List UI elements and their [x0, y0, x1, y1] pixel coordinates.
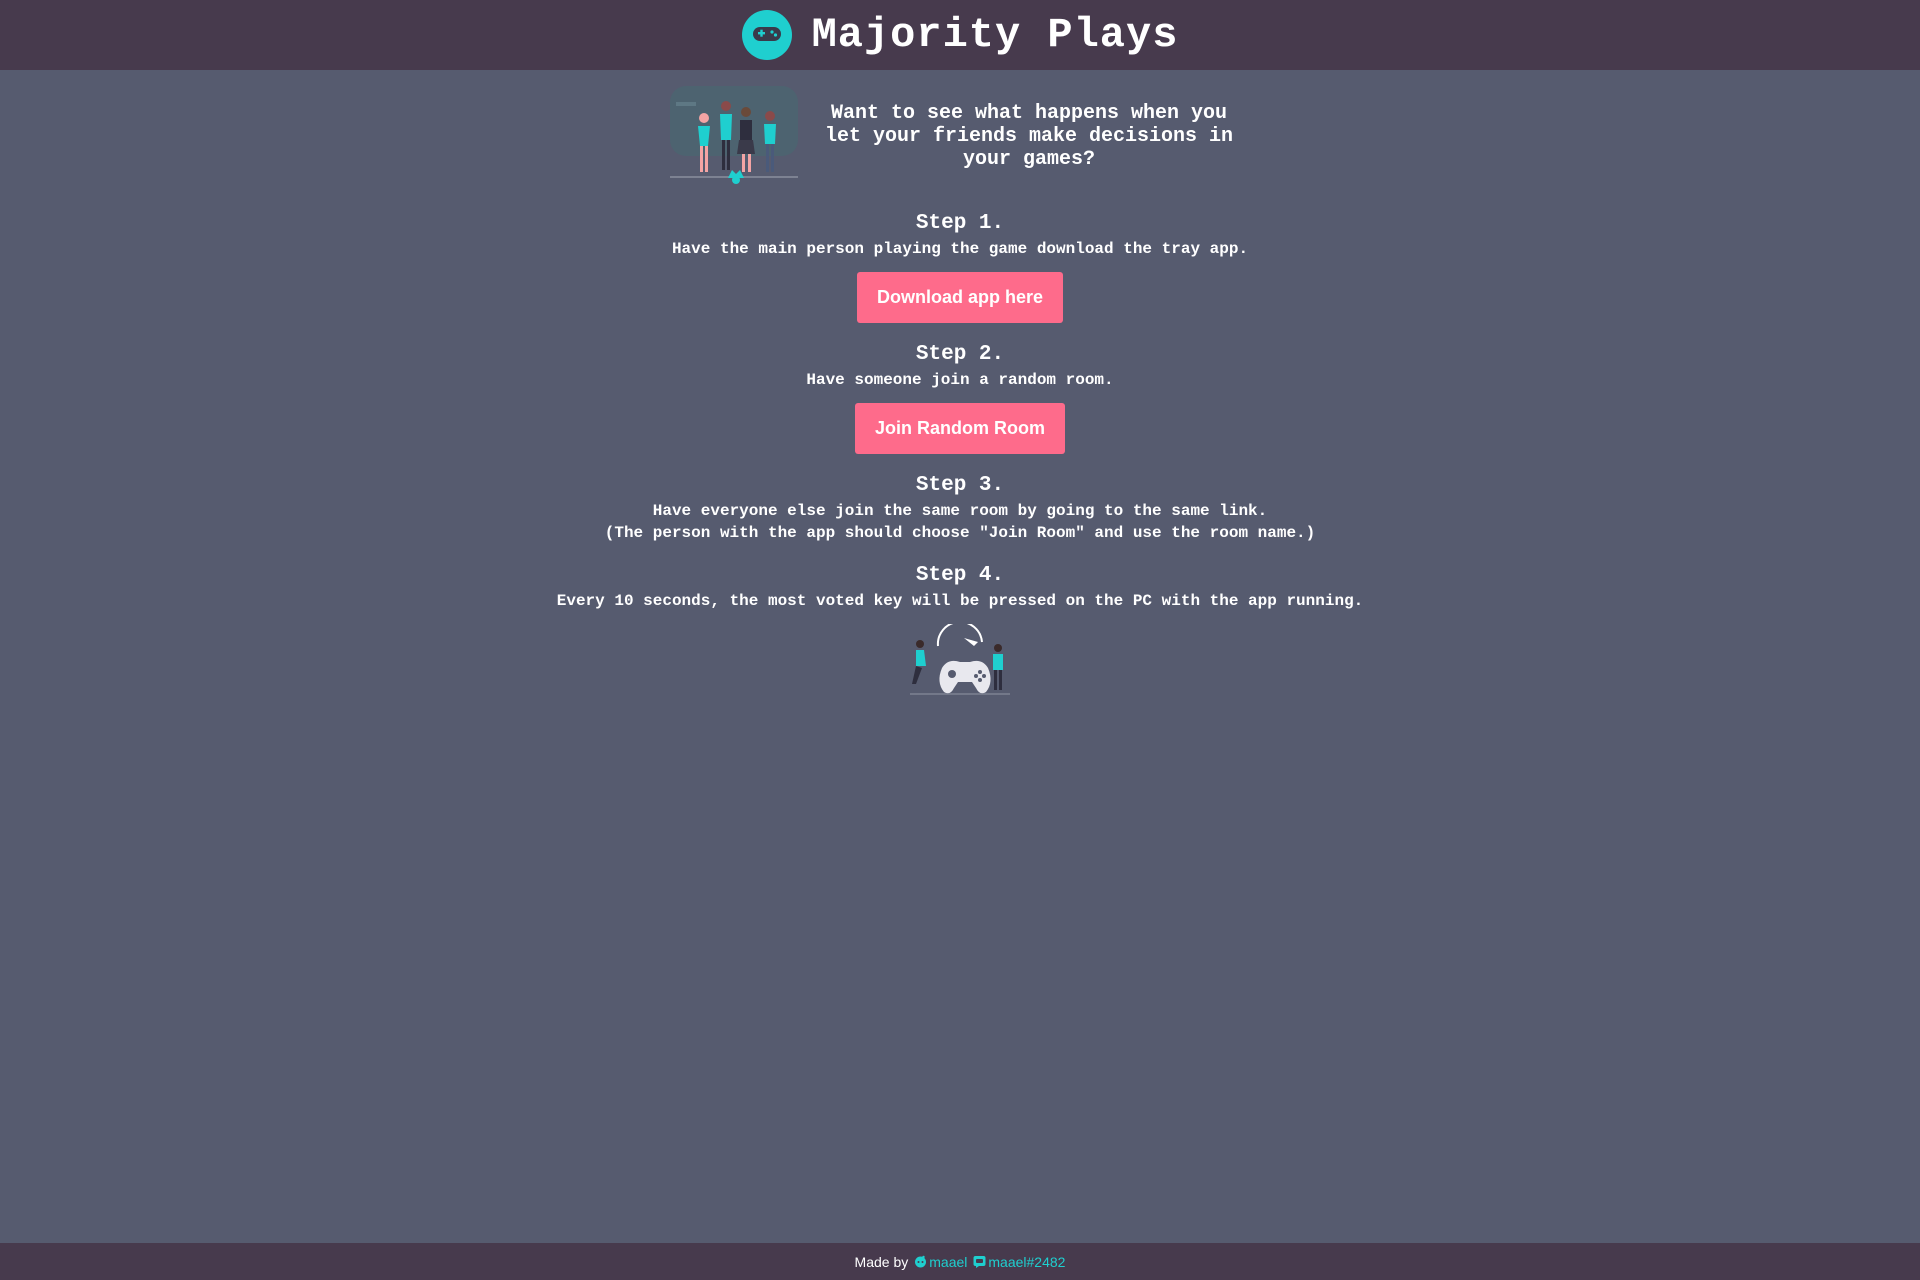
gamers-illustration [0, 620, 1920, 703]
step-1-title: Step 1. [915, 212, 1005, 235]
app-header: Majority Plays [0, 0, 1920, 70]
discord-link[interactable]: maael#2482 [973, 1254, 1065, 1270]
discord-icon [973, 1256, 986, 1268]
app-title: Majority Plays [811, 11, 1179, 59]
reddit-icon [915, 1255, 927, 1268]
step-3-title: Step 3. [915, 474, 1005, 497]
step-1-text: Have the main person playing the game do… [671, 240, 1249, 258]
gamepad-icon [741, 10, 792, 60]
intro-section: Want to see what happens when you let yo… [666, 84, 1266, 188]
step-3-note: (The person with the app should choose "… [604, 524, 1316, 542]
step-4-text: Every 10 seconds, the most voted key wil… [556, 592, 1364, 610]
intro-text: Want to see what happens when you let yo… [824, 101, 1234, 171]
download-app-button[interactable]: Download app here [856, 272, 1064, 323]
step-2-title: Step 2. [915, 343, 1005, 366]
friends-illustration [666, 82, 802, 191]
step-2-text: Have someone join a random room. [806, 371, 1114, 389]
reddit-link[interactable]: maael [914, 1254, 967, 1270]
join-random-room-button[interactable]: Join Random Room [855, 403, 1065, 454]
step-4-title: Step 4. [915, 564, 1005, 587]
made-by-label: Made by [854, 1253, 909, 1270]
step-3-text: Have everyone else join the same room by… [652, 502, 1268, 520]
steps-section: Step 1. Have the main person playing the… [0, 210, 1920, 703]
discord-username: maael#2482 [988, 1253, 1066, 1270]
app-footer: Made by maael maael#2482 [0, 1243, 1920, 1280]
reddit-username: maael [929, 1253, 968, 1270]
